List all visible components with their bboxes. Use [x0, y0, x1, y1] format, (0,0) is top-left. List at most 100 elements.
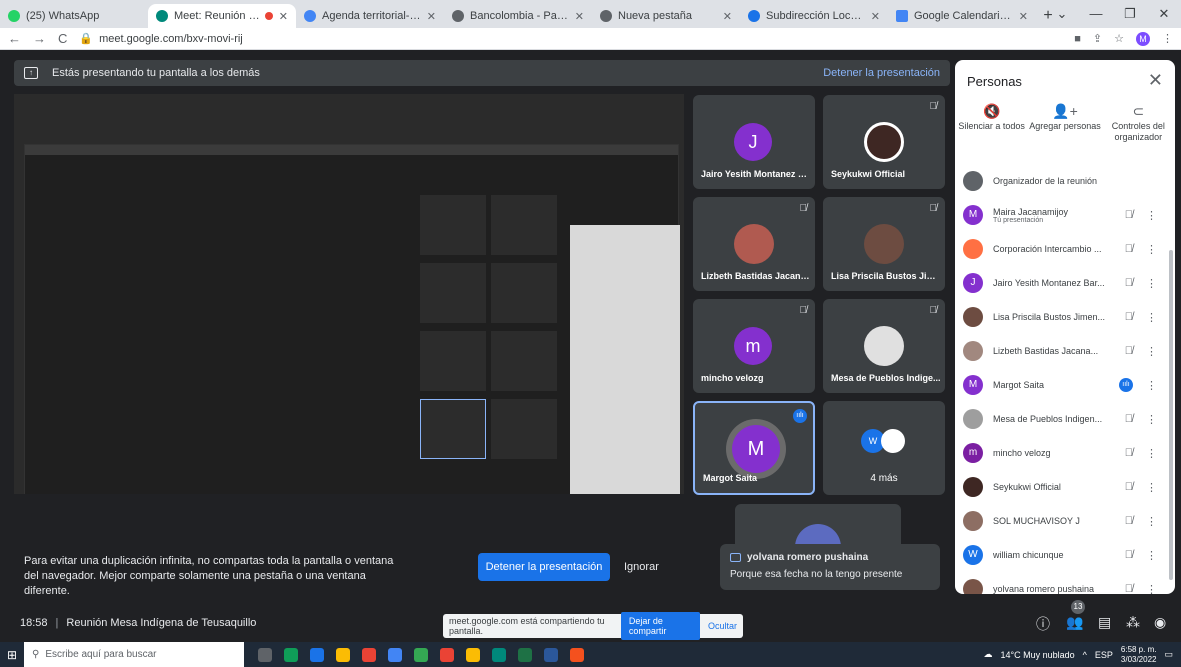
mic-off-icon[interactable]: 🎙̸ [1125, 209, 1133, 221]
mic-off-icon[interactable]: 🎙̸ [1125, 515, 1133, 527]
mute-all-button[interactable]: 🔇 Silenciar a todos [955, 104, 1028, 162]
app-icon[interactable] [570, 647, 584, 662]
windows-start-icon[interactable]: ⊞ [0, 648, 24, 662]
hide-button[interactable]: Ocultar [708, 621, 737, 631]
close-tab-icon[interactable]: ✕ [279, 10, 288, 23]
app-icon[interactable] [388, 647, 402, 662]
participant-tile-speaking[interactable]: ıılı M Margot Saita [693, 401, 815, 495]
participant-row[interactable]: Wwilliam chicunque 🎙̸ ⋮ [955, 538, 1171, 572]
more-options-icon[interactable]: ⋮ [1146, 481, 1157, 494]
tab-bancolombia[interactable]: Bancolombia - Pagos PSE ✕ [444, 4, 592, 28]
task-view-icon[interactable] [258, 647, 272, 662]
weather-icon[interactable]: ☁ [983, 649, 992, 660]
mic-off-icon[interactable]: 🎙̸ [1125, 277, 1133, 289]
lock-icon[interactable]: ◉ [1154, 614, 1166, 631]
url-field[interactable]: meet.google.com/bxv-movi-rij [99, 33, 1074, 45]
more-options-icon[interactable]: ⋮ [1146, 549, 1157, 562]
more-options-icon[interactable]: ⋮ [1146, 209, 1157, 222]
close-tab-icon[interactable]: ✕ [723, 10, 732, 23]
tab-whatsapp[interactable]: (25) WhatsApp [0, 4, 148, 28]
language-indicator[interactable]: ESP [1095, 650, 1113, 660]
more-options-icon[interactable]: ⋮ [1146, 311, 1157, 324]
more-options-icon[interactable]: ⋮ [1146, 243, 1157, 256]
participant-row[interactable]: Seykukwi Official 🎙̸ ⋮ [955, 470, 1171, 504]
participant-tile[interactable]: 🎙̸ Seykukwi Official [823, 95, 945, 189]
participant-row[interactable]: J Jairo Yesith Montanez Bar... 🎙̸ ⋮ [955, 266, 1171, 300]
speaking-icon[interactable]: ıılı [1119, 378, 1133, 392]
camera-icon[interactable]: ■ [1074, 33, 1081, 45]
minimize-icon[interactable]: — [1079, 0, 1113, 28]
info-icon[interactable]: ⓘ [1036, 614, 1050, 634]
self-view-tile[interactable] [735, 504, 901, 544]
more-options-icon[interactable]: ⋮ [1146, 515, 1157, 528]
mic-off-icon[interactable]: 🎙̸ [1125, 311, 1133, 323]
ignore-button[interactable]: Ignorar [624, 553, 659, 581]
more-options-icon[interactable]: ⋮ [1146, 345, 1157, 358]
stop-presenting-link[interactable]: Detener la presentación [823, 67, 940, 79]
weather-text[interactable]: 14°C Muy nublado [1000, 650, 1074, 660]
scrollbar[interactable] [1169, 250, 1173, 580]
close-tab-icon[interactable]: ✕ [575, 10, 584, 23]
tab-subdireccion[interactable]: Subdirección Local para la Integ ✕ [740, 4, 888, 28]
stop-sharing-button[interactable]: Dejar de compartir [620, 612, 700, 640]
add-people-button[interactable]: 👤+ Agregar personas [1028, 104, 1101, 162]
more-options-icon[interactable]: ⋮ [1146, 447, 1157, 460]
tab-search-icon[interactable]: ⌄ [1045, 0, 1079, 28]
more-options-icon[interactable]: ⋮ [1146, 583, 1157, 595]
chat-icon[interactable]: ▤ [1098, 614, 1111, 631]
clock[interactable]: 6:58 p. m. 3/03/2022 [1121, 645, 1157, 665]
tab-meet[interactable]: Meet: Reunión Mesa Indíge ✕ [148, 4, 296, 28]
more-options-icon[interactable]: ⋮ [1146, 379, 1157, 392]
participant-row[interactable]: M Maira Jacanamijoy Tú presentación 🎙̸ ⋮ [955, 198, 1171, 232]
participant-row[interactable]: M Margot Saita ıılı ⋮ [955, 368, 1171, 402]
participant-row[interactable]: yolvana romero pushaina 🎙̸ ⋮ [955, 572, 1171, 594]
chrome-icon[interactable] [466, 647, 480, 662]
stop-presentation-button[interactable]: Detener la presentación [478, 553, 610, 581]
lock-icon[interactable]: 🔒 [79, 32, 93, 45]
tab-agenda[interactable]: Agenda territorial- semana del ✕ [296, 4, 444, 28]
participant-row[interactable]: Lisa Priscila Bustos Jimen... 🎙̸ ⋮ [955, 300, 1171, 334]
chevron-up-icon[interactable]: ^ [1083, 650, 1087, 660]
participant-tile[interactable]: J Jairo Yesith Montanez B... [693, 95, 815, 189]
close-tab-icon[interactable]: ✕ [427, 10, 436, 23]
participant-tile[interactable]: 🎙̸ Lizbeth Bastidas Jacana... [693, 197, 815, 291]
close-tab-icon[interactable]: ✕ [1019, 10, 1028, 23]
back-icon[interactable]: ← [8, 31, 21, 46]
word-icon[interactable] [544, 647, 558, 662]
participant-row[interactable]: Mesa de Pueblos Indigen... 🎙̸ ⋮ [955, 402, 1171, 436]
forward-icon[interactable]: → [33, 31, 46, 46]
taskbar-search[interactable]: ⚲ Escribe aquí para buscar [24, 642, 244, 667]
star-icon[interactable]: ☆ [1114, 32, 1124, 45]
mic-off-icon[interactable]: 🎙̸ [1125, 413, 1133, 425]
mic-off-icon[interactable]: 🎙̸ [1125, 345, 1133, 357]
chrome-icon[interactable] [414, 647, 428, 662]
activities-icon[interactable]: ⁂ [1126, 614, 1140, 631]
chrome-icon[interactable] [492, 647, 506, 662]
participant-row[interactable]: SOL MUCHAVISOY J 🎙̸ ⋮ [955, 504, 1171, 538]
mic-off-icon[interactable]: 🎙̸ [1125, 481, 1133, 493]
close-icon[interactable]: ✕ [1148, 70, 1163, 91]
notification-icon[interactable]: ▭ [1164, 649, 1173, 660]
app-icon[interactable] [336, 647, 350, 662]
more-participants-tile[interactable]: W 4 más [823, 401, 945, 495]
profile-avatar[interactable]: M [1136, 31, 1150, 46]
menu-icon[interactable]: ⋮ [1162, 32, 1173, 45]
mic-off-icon[interactable]: 🎙̸ [1125, 549, 1133, 561]
more-options-icon[interactable]: ⋮ [1146, 413, 1157, 426]
store-icon[interactable] [310, 647, 324, 662]
close-tab-icon[interactable]: ✕ [871, 10, 880, 23]
app-icon[interactable] [362, 647, 376, 662]
edge-icon[interactable] [284, 647, 298, 662]
people-icon[interactable]: 👥 [1066, 614, 1083, 631]
maximize-icon[interactable]: ❐ [1113, 0, 1147, 28]
participant-tile[interactable]: 🎙̸ Mesa de Pueblos Indige... [823, 299, 945, 393]
participant-row[interactable]: Corporación Intercambio ... 🎙̸ ⋮ [955, 232, 1171, 266]
participant-tile[interactable]: 🎙̸ m mincho velozg [693, 299, 815, 393]
excel-icon[interactable] [518, 647, 532, 662]
chrome-icon[interactable] [440, 647, 454, 662]
reload-icon[interactable]: C [58, 31, 67, 46]
mic-off-icon[interactable]: 🎙̸ [1125, 243, 1133, 255]
host-controls-button[interactable]: ⊂ Controles del organizador [1102, 104, 1175, 162]
more-options-icon[interactable]: ⋮ [1146, 277, 1157, 290]
tab-calendar[interactable]: Google Calendario - marzo 202 ✕ [888, 4, 1036, 28]
